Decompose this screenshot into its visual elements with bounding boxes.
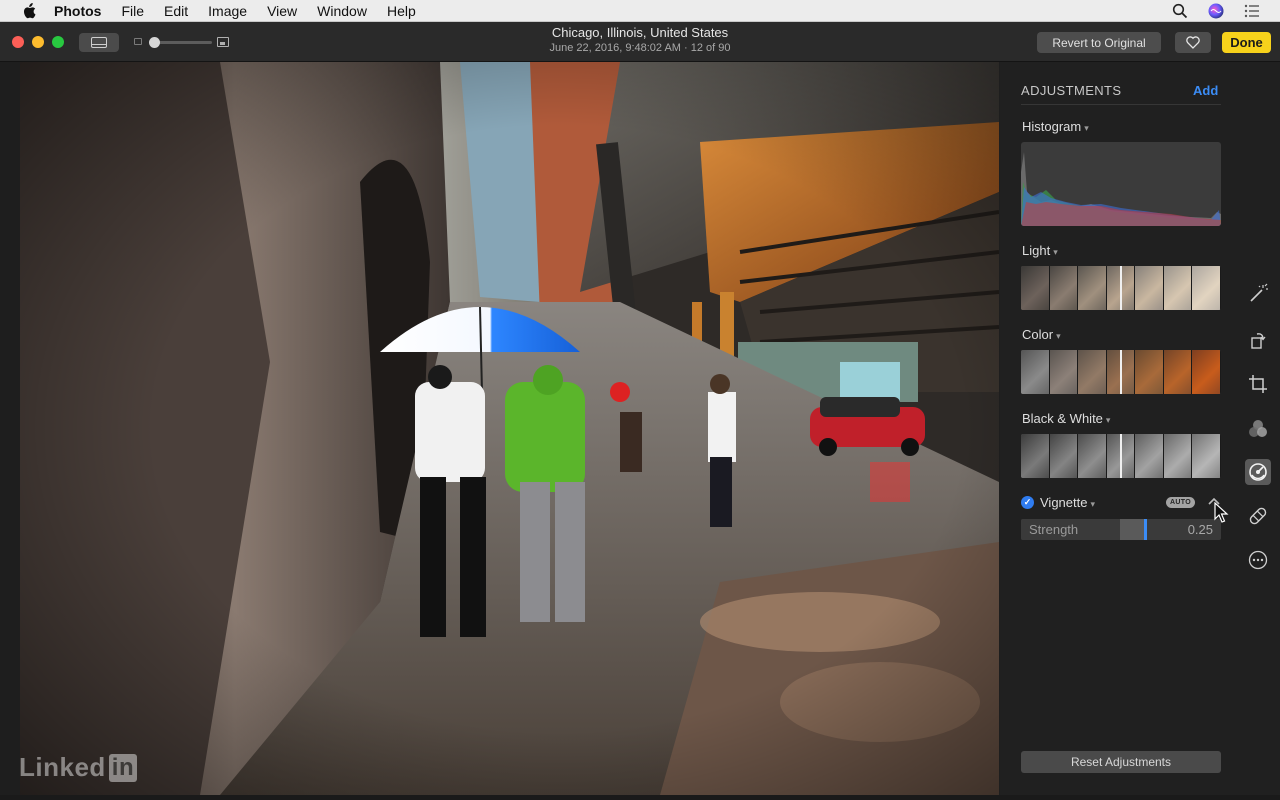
siri-icon[interactable] (1208, 3, 1224, 19)
color-label: Color (1022, 327, 1054, 342)
color-thumb (1192, 350, 1221, 394)
chevron-down-icon: ▾ (1090, 499, 1095, 509)
crop-icon (1249, 375, 1267, 393)
street-photo (20, 62, 999, 795)
enhance-tool-button[interactable] (1245, 281, 1271, 307)
light-slider-strip[interactable] (1021, 266, 1221, 310)
bw-thumb (1192, 434, 1221, 478)
menu-edit[interactable]: Edit (164, 3, 188, 19)
bw-thumb (1078, 434, 1107, 478)
chevron-down-icon: ▾ (1056, 331, 1061, 341)
photo-canvas[interactable] (20, 62, 999, 795)
color-thumb (1021, 350, 1050, 394)
more-tools-button[interactable] (1245, 547, 1271, 573)
bw-thumb (1021, 434, 1050, 478)
light-thumb (1163, 266, 1193, 310)
crop-tool-button[interactable] (1245, 371, 1271, 397)
light-thumb (1049, 266, 1079, 310)
reset-adjustments-button[interactable]: Reset Adjustments (1021, 751, 1221, 773)
light-section-toggle[interactable]: Light ▾ (1022, 243, 1058, 258)
histogram-label: Histogram (1022, 119, 1082, 134)
color-slider-strip[interactable] (1021, 350, 1221, 394)
histogram (1021, 142, 1221, 226)
light-position-marker[interactable] (1120, 266, 1122, 310)
watermark-in: in (108, 753, 138, 782)
bw-thumb (1163, 434, 1193, 478)
menu-bar: Photos File Edit Image View Window Help (0, 0, 1280, 22)
strength-value: 0.25 (1187, 522, 1213, 537)
menu-window[interactable]: Window (317, 3, 367, 19)
color-thumb (1163, 350, 1193, 394)
light-thumb (1192, 266, 1221, 310)
chevron-down-icon: ▾ (1084, 123, 1089, 133)
revert-to-original-button[interactable]: Revert to Original (1037, 32, 1161, 53)
color-thumb (1078, 350, 1107, 394)
color-position-marker[interactable] (1120, 350, 1122, 394)
fullscreen-window-button[interactable] (52, 36, 64, 48)
done-button[interactable]: Done (1222, 32, 1271, 53)
bw-label: Black & White (1022, 411, 1103, 426)
bw-slider-strip[interactable] (1021, 434, 1221, 478)
photo-date-counter: June 22, 2016, 9:48:02 AM · 12 of 90 (549, 42, 731, 54)
retouch-icon (1249, 507, 1267, 525)
light-thumb (1135, 266, 1164, 310)
close-window-button[interactable] (12, 36, 24, 48)
adjust-tool-button[interactable] (1245, 459, 1271, 485)
filmstrip-icon (91, 37, 107, 48)
more-icon (1248, 550, 1268, 570)
photo-location: Chicago, Illinois, United States (551, 25, 729, 40)
menu-image[interactable]: Image (208, 3, 247, 19)
mouse-cursor-icon (1214, 502, 1229, 523)
bw-thumb (1135, 434, 1164, 478)
light-thumb (1078, 266, 1107, 310)
zoom-in-icon (217, 37, 229, 47)
menu-help[interactable]: Help (387, 3, 416, 19)
bw-thumb (1049, 434, 1079, 478)
rotate-icon (1251, 333, 1266, 349)
heart-icon (1186, 36, 1200, 49)
adjust-icon (1249, 463, 1267, 481)
zoom-out-icon (134, 38, 142, 45)
vignette-enabled-checkbox[interactable]: ✓ (1021, 496, 1034, 509)
color-thumb (1135, 350, 1164, 394)
window-bottom-edge (0, 795, 1280, 800)
strength-slider-handle[interactable] (1144, 519, 1147, 540)
strength-fill (1120, 519, 1145, 540)
linkedin-watermark: Linked in (19, 752, 138, 783)
magic-wand-icon (1250, 283, 1268, 302)
favorite-button[interactable] (1175, 32, 1211, 53)
filters-tool-button[interactable] (1245, 416, 1271, 442)
divider (1021, 104, 1221, 105)
strength-label: Strength (1029, 522, 1079, 537)
vignette-section-toggle[interactable]: Vignette ▾ (1040, 495, 1095, 510)
bw-section-toggle[interactable]: Black & White ▾ (1022, 411, 1110, 426)
vignette-strength-slider[interactable]: Strength 0.25 (1021, 519, 1221, 540)
rotate-tool-button[interactable] (1245, 327, 1271, 353)
vignette-label: Vignette (1040, 495, 1088, 510)
toggle-thumbnails-button[interactable] (79, 33, 119, 52)
retouch-tool-button[interactable] (1245, 503, 1271, 529)
light-label: Light (1022, 243, 1051, 258)
search-icon[interactable] (1172, 3, 1188, 19)
vignette-auto-button[interactable]: AUTO (1166, 497, 1195, 508)
histogram-toggle[interactable]: Histogram ▾ (1022, 119, 1089, 134)
notification-center-icon[interactable] (1244, 3, 1260, 19)
apple-icon[interactable] (20, 2, 38, 19)
color-section-toggle[interactable]: Color ▾ (1022, 327, 1061, 342)
vignette-row: ✓ Vignette ▾ AUTO (1021, 493, 1221, 513)
light-thumb (1021, 266, 1050, 310)
minimize-window-button[interactable] (32, 36, 44, 48)
watermark-text: Linked (19, 752, 106, 782)
filters-icon (1249, 420, 1267, 437)
menu-view[interactable]: View (267, 3, 297, 19)
chevron-down-icon: ▾ (1053, 247, 1058, 257)
menu-photos[interactable]: Photos (54, 3, 101, 19)
add-adjustment-button[interactable]: Add (1193, 83, 1218, 98)
bw-position-marker[interactable] (1120, 434, 1122, 478)
color-thumb (1049, 350, 1079, 394)
adjustments-title: ADJUSTMENTS (1021, 83, 1122, 98)
zoom-slider-knob[interactable] (149, 37, 160, 48)
chevron-down-icon: ▾ (1105, 415, 1111, 425)
menu-file[interactable]: File (121, 3, 144, 19)
